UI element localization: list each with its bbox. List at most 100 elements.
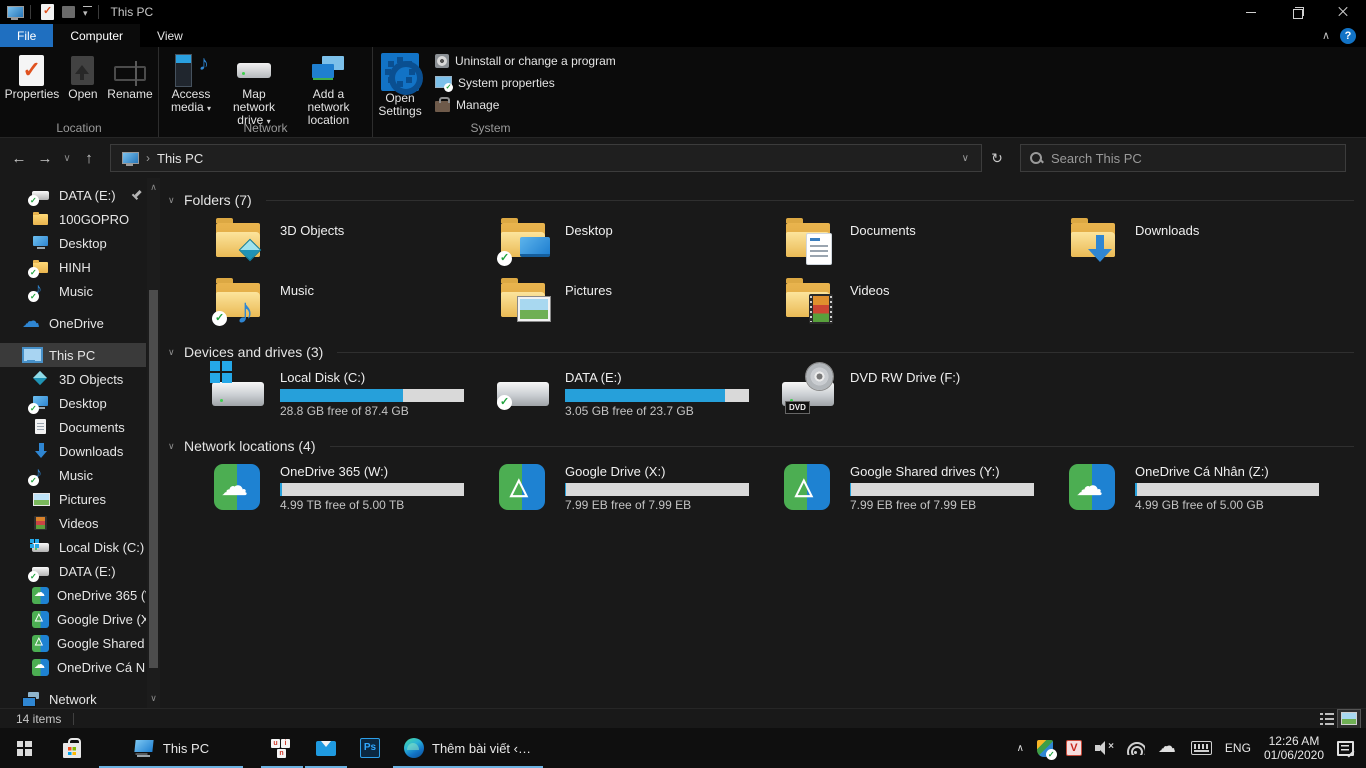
- qat-customize-dropdown-icon[interactable]: ▾: [83, 5, 88, 19]
- address-bar[interactable]: › This PC ∨: [110, 144, 982, 172]
- network-tile-google-shared-drives-y[interactable]: Google Shared drives (Y:) 7.99 EB free o…: [782, 464, 1067, 514]
- v-app-icon[interactable]: [1066, 740, 1082, 756]
- drive-tile-data-e[interactable]: DATA (E:) 3.05 GB free of 23.7 GB: [497, 370, 782, 420]
- videos-icon: [32, 514, 51, 532]
- map-network-drive-button[interactable]: Map network drive ▾: [219, 50, 289, 130]
- monitor-icon: [520, 237, 550, 257]
- language-indicator[interactable]: ENG: [1225, 741, 1251, 755]
- collapse-ribbon-icon[interactable]: ∧: [1322, 29, 1330, 42]
- access-media-button[interactable]: Access media ▾: [163, 50, 219, 117]
- sidebar-item-this-pc[interactable]: This PC: [0, 343, 146, 367]
- uninstall-program-button[interactable]: Uninstall or change a program: [429, 50, 622, 72]
- tab-computer[interactable]: Computer: [53, 24, 140, 47]
- sidebar-item-music[interactable]: Music: [0, 463, 146, 487]
- breadcrumb-arrow-icon[interactable]: ›: [146, 151, 150, 165]
- system-properties-button[interactable]: System properties: [429, 72, 622, 94]
- sidebar-item-data-e[interactable]: DATA (E:): [0, 559, 146, 583]
- large-icons-view-button[interactable]: [1338, 710, 1360, 728]
- details-view-button[interactable]: [1316, 710, 1338, 728]
- sidebar-scrollbar[interactable]: ∧ ∨: [147, 178, 160, 708]
- drive-tile-dvd-rw-f[interactable]: DVD DVD RW Drive (F:): [782, 370, 1067, 420]
- sidebar-item-onedrive[interactable]: OneDrive: [0, 311, 146, 335]
- open-settings-button[interactable]: Open Settings: [377, 50, 423, 120]
- sidebar-item-onedrive-ca-nhan[interactable]: OneDrive Cá Nh: [0, 655, 146, 679]
- sidebar-item-pictures[interactable]: Pictures: [0, 487, 146, 511]
- touch-keyboard-icon[interactable]: [1191, 741, 1212, 755]
- taskbar-task-this-pc[interactable]: This PC: [98, 728, 244, 768]
- refresh-icon[interactable]: ↻: [982, 150, 1012, 167]
- tab-view[interactable]: View: [140, 24, 200, 47]
- sidebar-item-downloads[interactable]: Downloads: [0, 439, 146, 463]
- sync-check-icon: [28, 291, 39, 302]
- properties-button[interactable]: Properties: [4, 50, 60, 103]
- help-icon[interactable]: ?: [1340, 28, 1356, 44]
- qat-properties-icon[interactable]: [41, 4, 54, 20]
- search-box[interactable]: [1020, 144, 1346, 172]
- sidebar-item-network[interactable]: Network: [0, 687, 146, 708]
- system-tray: ∧ ENG 12:26 AM 01/06/2020: [1017, 728, 1366, 768]
- volume-muted-icon[interactable]: [1095, 740, 1114, 756]
- sidebar-item-onedrive-365[interactable]: OneDrive 365 (W: [0, 583, 146, 607]
- qat-new-folder-icon[interactable]: [62, 6, 75, 18]
- music-icon: [32, 466, 51, 484]
- tab-file[interactable]: File: [0, 24, 53, 47]
- onedrive-sync-icon[interactable]: [1158, 740, 1178, 756]
- windows-defender-icon[interactable]: [1037, 740, 1053, 757]
- address-dropdown-icon[interactable]: ∨: [954, 153, 977, 164]
- sidebar-item-100gopro[interactable]: 100GOPRO: [0, 207, 146, 231]
- taskbar-task-edge[interactable]: Thêm bài viết ‹ Đặn...: [392, 728, 544, 768]
- forward-icon[interactable]: →: [32, 150, 58, 167]
- sidebar-item-desktop[interactable]: Desktop: [0, 391, 146, 415]
- start-button[interactable]: [0, 728, 48, 768]
- sidebar-item-google-shared-drives[interactable]: Google Shared d: [0, 631, 146, 655]
- network-tile-onedrive-ca-nhan-z[interactable]: OneDrive Cá Nhân (Z:) 4.99 GB free of 5.…: [1067, 464, 1352, 514]
- show-hidden-icons-chevron[interactable]: ∧: [1017, 743, 1024, 754]
- sidebar-item-quick-data-e[interactable]: DATA (E:): [0, 183, 146, 207]
- breadcrumb[interactable]: This PC: [157, 151, 203, 166]
- action-center-icon[interactable]: [1337, 741, 1354, 756]
- search-input[interactable]: [1051, 151, 1337, 166]
- recent-locations-icon[interactable]: ∨: [58, 153, 76, 164]
- network-tile-google-drive-x[interactable]: Google Drive (X:) 7.99 EB free of 7.99 E…: [497, 464, 782, 514]
- collapse-section-icon[interactable]: ∨: [168, 441, 184, 452]
- scrollbar-thumb[interactable]: [149, 290, 158, 668]
- add-network-location-button[interactable]: Add a network location: [289, 50, 368, 129]
- restore-button[interactable]: [1274, 0, 1320, 24]
- minimize-button[interactable]: [1228, 0, 1274, 24]
- sidebar-item-3d-objects[interactable]: 3D Objects: [0, 367, 146, 391]
- section-header-folders[interactable]: ∨ Folders (7): [168, 190, 1354, 210]
- section-header-network[interactable]: ∨ Network locations (4): [168, 436, 1354, 456]
- sidebar-item-local-disk-c[interactable]: Local Disk (C:): [0, 535, 146, 559]
- taskbar-photoshop-button[interactable]: [348, 728, 392, 768]
- folder-tile-music[interactable]: Music: [212, 278, 497, 328]
- collapse-section-icon[interactable]: ∨: [168, 347, 184, 358]
- sidebar-item-google-drive[interactable]: Google Drive (X:: [0, 607, 146, 631]
- sidebar-item-quick-music[interactable]: Music: [0, 279, 146, 303]
- folder-tile-pictures[interactable]: Pictures: [497, 278, 782, 328]
- taskbar-clock[interactable]: 12:26 AM 01/06/2020: [1264, 734, 1324, 762]
- taskbar-mail-button[interactable]: [304, 728, 348, 768]
- folder-tile-desktop[interactable]: Desktop: [497, 218, 782, 268]
- sidebar-item-hinh[interactable]: HINH: [0, 255, 146, 279]
- microsoft-store-button[interactable]: [48, 728, 96, 768]
- network-tile-onedrive-365-w[interactable]: OneDrive 365 (W:) 4.99 TB free of 5.00 T…: [212, 464, 497, 514]
- manage-button[interactable]: Manage: [429, 94, 622, 116]
- scroll-up-icon[interactable]: ∧: [147, 182, 160, 193]
- folder-tile-videos[interactable]: Videos: [782, 278, 1067, 328]
- collapse-section-icon[interactable]: ∨: [168, 195, 184, 206]
- close-button[interactable]: [1320, 0, 1366, 24]
- taskbar-unikey-button[interactable]: [260, 728, 304, 768]
- folder-icon: [32, 258, 51, 276]
- back-icon[interactable]: ←: [6, 150, 32, 167]
- up-icon[interactable]: ↑: [76, 150, 102, 167]
- wifi-icon[interactable]: [1127, 742, 1145, 755]
- sidebar-item-documents[interactable]: Documents: [0, 415, 146, 439]
- drive-tile-local-disk-c[interactable]: Local Disk (C:) 28.8 GB free of 87.4 GB: [212, 370, 497, 420]
- scroll-down-icon[interactable]: ∨: [147, 693, 160, 704]
- folder-tile-3d-objects[interactable]: 3D Objects: [212, 218, 497, 268]
- folder-tile-documents[interactable]: Documents: [782, 218, 1067, 268]
- folder-tile-downloads[interactable]: Downloads: [1067, 218, 1352, 268]
- section-header-devices[interactable]: ∨ Devices and drives (3): [168, 342, 1354, 362]
- sidebar-item-videos[interactable]: Videos: [0, 511, 146, 535]
- sidebar-item-quick-desktop[interactable]: Desktop: [0, 231, 146, 255]
